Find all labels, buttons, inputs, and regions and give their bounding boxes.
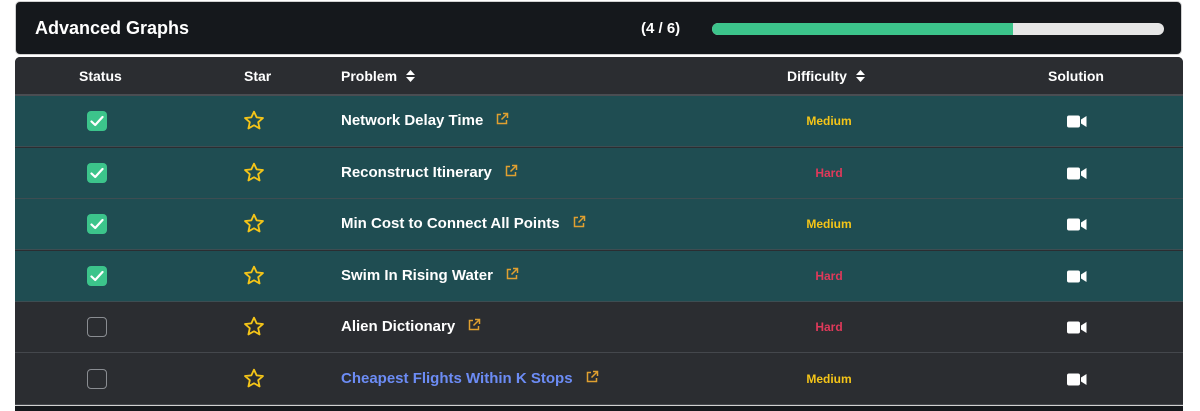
video-camera-icon[interactable] <box>1067 321 1087 339</box>
checkmark-icon <box>90 270 104 281</box>
status-checkbox[interactable] <box>87 162 107 183</box>
video-camera-icon[interactable] <box>1067 115 1087 133</box>
sort-icon[interactable] <box>855 69 865 85</box>
video-camera-icon[interactable] <box>1067 167 1087 185</box>
problem-link[interactable]: Min Cost to Connect All Points <box>341 215 586 233</box>
problem-link[interactable]: Reconstruct Itinerary <box>341 164 518 182</box>
header-problem-label: Problem <box>341 68 398 84</box>
star-outline-icon[interactable] <box>243 213 265 239</box>
difficulty-badge: Hard <box>815 268 843 283</box>
checkmark-icon <box>90 219 104 230</box>
sort-icon[interactable] <box>406 69 416 85</box>
difficulty-badge: Medium <box>806 217 852 232</box>
problem-title[interactable]: Alien Dictionary <box>341 318 455 335</box>
external-link-icon[interactable] <box>572 215 586 233</box>
star-outline-icon[interactable] <box>243 110 265 136</box>
progress-bar <box>712 23 1164 35</box>
status-checkbox[interactable] <box>87 214 107 235</box>
problem-link[interactable]: Cheapest Flights Within K Stops <box>341 370 599 388</box>
problem-title[interactable]: Swim In Rising Water <box>341 267 493 284</box>
problem-section: Advanced Graphs (4 / 6) Status Star Prob… <box>0 0 1200 411</box>
next-section-edge <box>15 405 1183 411</box>
video-camera-icon[interactable] <box>1067 218 1087 236</box>
problem-title[interactable]: Cheapest Flights Within K Stops <box>341 370 573 387</box>
checkmark-icon <box>90 115 104 127</box>
progress-bar-fill <box>712 23 1014 35</box>
star-outline-icon[interactable] <box>243 265 265 291</box>
difficulty-badge: Medium <box>806 372 852 386</box>
table-row: Cheapest Flights Within K Stops Medium <box>15 354 1183 405</box>
header-difficulty[interactable]: Difficulty <box>787 68 865 85</box>
problem-link[interactable]: Swim In Rising Water <box>341 267 519 285</box>
problem-link[interactable]: Network Delay Time <box>341 112 509 130</box>
header-star: Star <box>244 68 272 84</box>
header-solution: Solution <box>1048 68 1104 84</box>
external-link-icon[interactable] <box>495 112 509 130</box>
table-header: Status Star Problem Difficulty Solution <box>15 57 1183 96</box>
problem-link[interactable]: Alien Dictionary <box>341 318 481 336</box>
checkmark-icon <box>90 167 104 178</box>
table-row: Alien Dictionary Hard <box>15 302 1183 354</box>
difficulty-badge: Hard <box>815 320 843 335</box>
problem-title[interactable]: Network Delay Time <box>341 112 483 129</box>
table-row: Min Cost to Connect All Points Medium <box>15 199 1183 251</box>
external-link-icon[interactable] <box>467 318 481 336</box>
section-title: Advanced Graphs <box>35 18 190 38</box>
external-link-icon[interactable] <box>585 370 599 388</box>
table-row: Reconstruct Itinerary Hard <box>15 147 1183 199</box>
status-checkbox[interactable] <box>87 317 107 338</box>
progress-count: (4 / 6) <box>641 20 681 37</box>
table-row: Swim In Rising Water Hard <box>15 250 1183 302</box>
video-camera-icon[interactable] <box>1067 373 1087 391</box>
difficulty-badge: Medium <box>806 114 852 128</box>
video-camera-icon[interactable] <box>1067 270 1087 288</box>
star-outline-icon[interactable] <box>243 316 265 342</box>
status-checkbox[interactable] <box>87 265 107 286</box>
difficulty-badge: Hard <box>815 165 843 180</box>
section-header[interactable]: Advanced Graphs (4 / 6) <box>15 1 1182 55</box>
external-link-icon[interactable] <box>504 164 518 182</box>
problem-title[interactable]: Reconstruct Itinerary <box>341 164 492 181</box>
header-difficulty-label: Difficulty <box>787 68 847 84</box>
header-status: Status <box>79 68 122 84</box>
header-problem[interactable]: Problem <box>341 68 416 85</box>
table-row: Network Delay Time Medium <box>15 96 1183 147</box>
problems-table: Status Star Problem Difficulty Solution … <box>15 57 1183 411</box>
problem-title[interactable]: Min Cost to Connect All Points <box>341 215 560 232</box>
status-checkbox[interactable] <box>87 111 107 131</box>
star-outline-icon[interactable] <box>243 368 265 394</box>
star-outline-icon[interactable] <box>243 162 265 188</box>
status-checkbox[interactable] <box>87 369 107 389</box>
external-link-icon[interactable] <box>505 267 519 285</box>
